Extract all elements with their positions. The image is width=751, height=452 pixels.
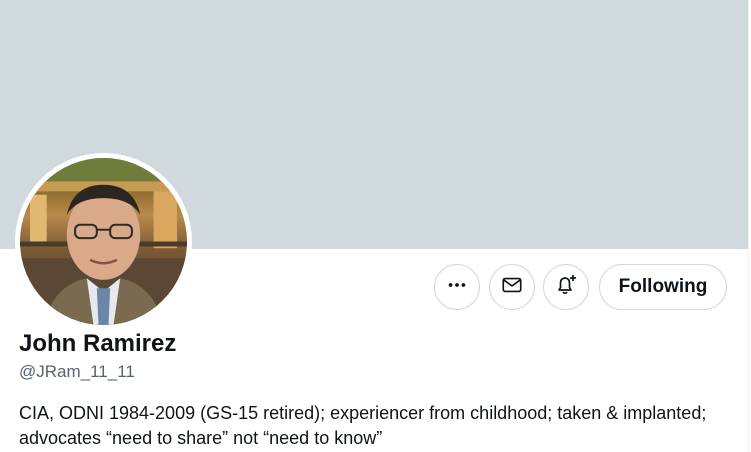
avatar[interactable]	[15, 153, 192, 330]
envelope-icon	[501, 274, 523, 301]
profile-bio: CIA, ODNI 1984-2009 (GS-15 retired); exp…	[19, 403, 707, 448]
more-dots-icon	[446, 274, 468, 301]
more-button[interactable]	[434, 264, 480, 310]
notifications-button[interactable]	[543, 264, 589, 310]
message-button[interactable]	[489, 264, 535, 310]
profile-display-name: John Ramirez	[19, 330, 177, 357]
profile-handle: @JRam_11_11	[19, 362, 135, 381]
following-button[interactable]: Following	[599, 264, 727, 310]
bell-plus-icon	[554, 273, 578, 302]
avatar-photo	[20, 158, 187, 325]
